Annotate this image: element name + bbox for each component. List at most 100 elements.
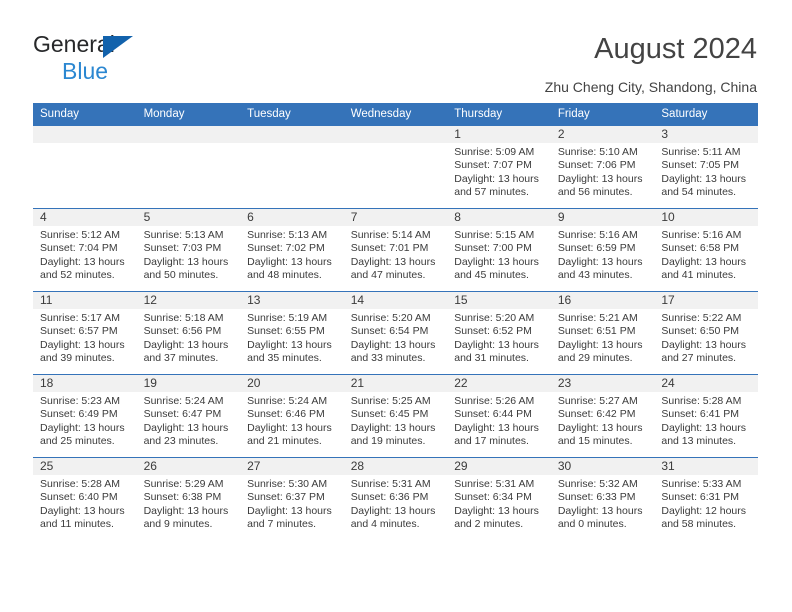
daylight-text: Daylight: 13 hours and 31 minutes. bbox=[454, 338, 539, 365]
day-details: Sunrise: 5:33 AM Sunset: 6:31 PM Daylight:… bbox=[654, 475, 758, 532]
sunset-text: Sunset: 6:38 PM bbox=[143, 491, 222, 504]
sunrise-text: Sunrise: 5:27 AM bbox=[557, 395, 638, 407]
sunrise-text: Sunrise: 5:20 AM bbox=[350, 312, 431, 324]
calendar-day-cell[interactable]: 5 Sunrise: 5:13 AM Sunset: 7:03 PM Daylight… bbox=[136, 208, 241, 292]
sunset-text: Sunset: 6:44 PM bbox=[454, 408, 532, 421]
day-details: Sunrise: 5:11 AM Sunset: 7:05 PM Daylight:… bbox=[654, 143, 758, 200]
sunrise-text: Sunrise: 5:30 AM bbox=[247, 478, 328, 490]
calendar-week-row: 11 Sunrise: 5:17 AM Sunset: 6:57 PM Dayligh… bbox=[33, 291, 758, 375]
calendar-day-cell[interactable]: 9 Sunrise: 5:16 AM Sunset: 6:59 PM Daylight… bbox=[550, 208, 655, 292]
daylight-text: Daylight: 13 hours and 47 minutes. bbox=[350, 255, 436, 282]
calendar-day-cell-empty bbox=[343, 125, 448, 209]
calendar-day-cell[interactable]: 31 Sunrise: 5:33 AM Sunset: 6:31 PM Dayligh… bbox=[654, 457, 758, 540]
calendar-day-cell[interactable]: 21 Sunrise: 5:25 AM Sunset: 6:45 PM Dayligh… bbox=[343, 374, 448, 458]
day-details: Sunrise: 5:31 AM Sunset: 6:36 PM Daylight:… bbox=[344, 475, 448, 532]
calendar-day-cell-empty bbox=[136, 125, 241, 209]
weekday-header-monday: Monday bbox=[136, 103, 241, 126]
daylight-text: Daylight: 13 hours and 37 minutes. bbox=[143, 338, 229, 365]
sunrise-text: Sunrise: 5:21 AM bbox=[557, 312, 638, 324]
calendar-day-cell[interactable]: 29 Sunrise: 5:31 AM Sunset: 6:34 PM Dayligh… bbox=[447, 457, 551, 540]
sunrise-text: Sunrise: 5:15 AM bbox=[454, 229, 535, 241]
calendar-day-cell[interactable]: 16 Sunrise: 5:21 AM Sunset: 6:51 PM Dayligh… bbox=[550, 291, 655, 375]
daylight-text: Daylight: 13 hours and 27 minutes. bbox=[661, 338, 747, 365]
sunset-text: Sunset: 6:49 PM bbox=[40, 408, 118, 421]
sunrise-text: Sunrise: 5:32 AM bbox=[557, 478, 638, 490]
calendar-day-cell[interactable]: 11 Sunrise: 5:17 AM Sunset: 6:57 PM Dayligh… bbox=[33, 291, 137, 375]
sunrise-text: Sunrise: 5:23 AM bbox=[40, 395, 120, 407]
daylight-text: Daylight: 13 hours and 11 minutes. bbox=[40, 504, 125, 531]
calendar-day-cell[interactable]: 23 Sunrise: 5:27 AM Sunset: 6:42 PM Dayligh… bbox=[550, 374, 655, 458]
calendar-day-cell[interactable]: 10 Sunrise: 5:16 AM Sunset: 6:58 PM Dayligh… bbox=[654, 208, 758, 292]
sunrise-text: Sunrise: 5:19 AM bbox=[247, 312, 328, 324]
day-details: Sunrise: 5:28 AM Sunset: 6:41 PM Daylight:… bbox=[654, 392, 758, 449]
calendar-day-cell[interactable]: 7 Sunrise: 5:14 AM Sunset: 7:01 PM Daylight… bbox=[343, 208, 448, 292]
day-details: Sunrise: 5:24 AM Sunset: 6:46 PM Daylight:… bbox=[240, 392, 344, 449]
calendar-day-cell[interactable]: 25 Sunrise: 5:28 AM Sunset: 6:40 PM Dayligh… bbox=[33, 457, 137, 540]
daylight-text: Daylight: 12 hours and 58 minutes. bbox=[661, 504, 747, 531]
sunset-text: Sunset: 6:56 PM bbox=[143, 325, 222, 338]
calendar-day-cell[interactable]: 30 Sunrise: 5:32 AM Sunset: 6:33 PM Dayligh… bbox=[550, 457, 655, 540]
day-number: 2 bbox=[550, 126, 655, 143]
sunrise-text: Sunrise: 5:09 AM bbox=[454, 146, 535, 158]
sunset-text: Sunset: 7:00 PM bbox=[454, 242, 532, 255]
day-details: Sunrise: 5:30 AM Sunset: 6:37 PM Daylight:… bbox=[240, 475, 344, 532]
weekday-header-friday: Friday bbox=[550, 103, 655, 126]
weekday-header-saturday: Saturday bbox=[654, 103, 758, 126]
daylight-text: Daylight: 13 hours and 25 minutes. bbox=[40, 421, 125, 448]
calendar-day-cell[interactable]: 2 Sunrise: 5:10 AM Sunset: 7:06 PM Daylight… bbox=[550, 125, 655, 209]
calendar-day-cell[interactable]: 17 Sunrise: 5:22 AM Sunset: 6:50 PM Dayligh… bbox=[654, 291, 758, 375]
daylight-text: Daylight: 13 hours and 0 minutes. bbox=[557, 504, 643, 531]
day-number: 17 bbox=[654, 292, 758, 309]
day-number: 6 bbox=[240, 209, 344, 226]
day-details: Sunrise: 5:19 AM Sunset: 6:55 PM Daylight:… bbox=[240, 309, 344, 366]
day-details: Sunrise: 5:22 AM Sunset: 6:50 PM Daylight:… bbox=[654, 309, 758, 366]
calendar-day-cell[interactable]: 28 Sunrise: 5:31 AM Sunset: 6:36 PM Dayligh… bbox=[343, 457, 448, 540]
day-details: Sunrise: 5:26 AM Sunset: 6:44 PM Daylight:… bbox=[447, 392, 551, 449]
calendar-day-cell[interactable]: 27 Sunrise: 5:30 AM Sunset: 6:37 PM Dayligh… bbox=[240, 457, 344, 540]
daylight-text: Daylight: 13 hours and 4 minutes. bbox=[350, 504, 436, 531]
calendar-day-cell[interactable]: 4 Sunrise: 5:12 AM Sunset: 7:04 PM Daylight… bbox=[33, 208, 137, 292]
sunrise-text: Sunrise: 5:16 AM bbox=[557, 229, 638, 241]
day-details: Sunrise: 5:20 AM Sunset: 6:54 PM Daylight:… bbox=[344, 309, 448, 366]
calendar-day-cell[interactable]: 12 Sunrise: 5:18 AM Sunset: 6:56 PM Dayligh… bbox=[136, 291, 241, 375]
day-details: Sunrise: 5:15 AM Sunset: 7:00 PM Daylight:… bbox=[447, 226, 551, 283]
calendar-day-cell[interactable]: 1 Sunrise: 5:09 AM Sunset: 7:07 PM Daylight… bbox=[447, 125, 551, 209]
calendar-day-cell[interactable]: 19 Sunrise: 5:24 AM Sunset: 6:47 PM Dayligh… bbox=[136, 374, 241, 458]
calendar-day-cell[interactable]: 20 Sunrise: 5:24 AM Sunset: 6:46 PM Dayligh… bbox=[240, 374, 344, 458]
day-details: Sunrise: 5:09 AM Sunset: 7:07 PM Daylight:… bbox=[447, 143, 551, 200]
day-details: Sunrise: 5:18 AM Sunset: 6:56 PM Daylight:… bbox=[137, 309, 241, 366]
day-number: 26 bbox=[136, 458, 241, 475]
sunset-text: Sunset: 6:45 PM bbox=[350, 408, 429, 421]
sunset-text: Sunset: 6:55 PM bbox=[247, 325, 325, 338]
calendar-day-cell[interactable]: 26 Sunrise: 5:29 AM Sunset: 6:38 PM Dayligh… bbox=[136, 457, 241, 540]
general-blue-logo[interactable]: General Blue bbox=[33, 33, 253, 85]
day-number bbox=[240, 126, 344, 143]
day-number: 5 bbox=[136, 209, 241, 226]
calendar-day-cell[interactable]: 13 Sunrise: 5:19 AM Sunset: 6:55 PM Dayligh… bbox=[240, 291, 344, 375]
calendar-day-cell[interactable]: 22 Sunrise: 5:26 AM Sunset: 6:44 PM Dayligh… bbox=[447, 374, 551, 458]
sunset-text: Sunset: 7:03 PM bbox=[143, 242, 222, 255]
calendar-day-cell[interactable]: 18 Sunrise: 5:23 AM Sunset: 6:49 PM Dayligh… bbox=[33, 374, 137, 458]
sunset-text: Sunset: 7:06 PM bbox=[557, 159, 636, 172]
calendar-day-cell[interactable]: 6 Sunrise: 5:13 AM Sunset: 7:02 PM Daylight… bbox=[240, 208, 344, 292]
weekday-header-thursday: Thursday bbox=[447, 103, 551, 126]
sunset-text: Sunset: 6:46 PM bbox=[247, 408, 325, 421]
calendar-day-cell[interactable]: 8 Sunrise: 5:15 AM Sunset: 7:00 PM Daylight… bbox=[447, 208, 551, 292]
daylight-text: Daylight: 13 hours and 19 minutes. bbox=[350, 421, 436, 448]
sunrise-text: Sunrise: 5:20 AM bbox=[454, 312, 535, 324]
calendar-day-cell[interactable]: 3 Sunrise: 5:11 AM Sunset: 7:05 PM Daylight… bbox=[654, 125, 758, 209]
daylight-text: Daylight: 13 hours and 21 minutes. bbox=[247, 421, 332, 448]
calendar-day-cell[interactable]: 15 Sunrise: 5:20 AM Sunset: 6:52 PM Dayligh… bbox=[447, 291, 551, 375]
calendar-day-cell[interactable]: 24 Sunrise: 5:28 AM Sunset: 6:41 PM Dayligh… bbox=[654, 374, 758, 458]
day-number: 11 bbox=[33, 292, 137, 309]
sunset-text: Sunset: 6:37 PM bbox=[247, 491, 325, 504]
sunset-text: Sunset: 6:34 PM bbox=[454, 491, 532, 504]
daylight-text: Daylight: 13 hours and 7 minutes. bbox=[247, 504, 332, 531]
daylight-text: Daylight: 13 hours and 9 minutes. bbox=[143, 504, 229, 531]
sunrise-text: Sunrise: 5:22 AM bbox=[661, 312, 742, 324]
calendar-week-row: 25 Sunrise: 5:28 AM Sunset: 6:40 PM Dayligh… bbox=[33, 457, 758, 540]
sunset-text: Sunset: 6:33 PM bbox=[557, 491, 636, 504]
calendar-day-cell[interactable]: 14 Sunrise: 5:20 AM Sunset: 6:54 PM Dayligh… bbox=[343, 291, 448, 375]
day-details: Sunrise: 5:12 AM Sunset: 7:04 PM Daylight:… bbox=[33, 226, 137, 283]
calendar-header-row: Sunday Monday Tuesday Wednesday Thursday Frid… bbox=[33, 103, 758, 126]
